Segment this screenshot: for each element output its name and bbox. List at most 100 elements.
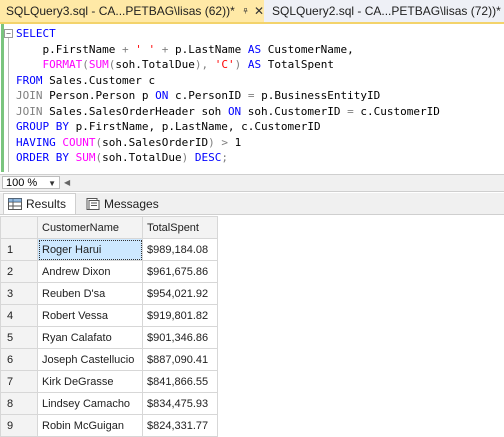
code-token: 1 [227,135,242,149]
zoom-value: 100 % [6,177,38,189]
row-number[interactable]: 8 [0,392,38,415]
cell-customername[interactable]: Robert Vessa [37,304,143,327]
tab-results[interactable]: Results [3,193,76,214]
cell-customername[interactable]: Andrew Dixon [37,260,143,283]
editor-gutter: − [0,24,14,172]
code-token: p.BusinessEntityID [254,89,381,102]
cell-totalspent[interactable]: $887,090.41 [142,348,218,371]
document-tab-strip: SQLQuery3.sql - CA...PETBAG\lisas (62))*… [0,0,504,24]
table-row[interactable]: 6 Joseph Castellucio $887,090.41 [0,348,218,371]
grid-icon [8,198,22,210]
table-row[interactable]: 8 Lindsey Camacho $834,475.93 [0,392,218,415]
cell-totalspent[interactable]: $824,331.77 [142,414,218,437]
row-number[interactable]: 5 [0,326,38,349]
code-token: ) [208,135,215,149]
code-line[interactable]: GROUP BY p.FirstName, p.LastName, c.Cust… [16,119,440,135]
zoom-bar: 100 % ▼ ◀ [0,174,504,192]
row-number[interactable]: 1 [0,238,38,261]
code-token: p.LastName [168,42,248,56]
row-number[interactable]: 9 [0,414,38,437]
code-token: > [221,135,228,149]
cell-customername[interactable]: Reuben D'sa [37,282,143,305]
table-row[interactable]: 4 Robert Vessa $919,801.82 [0,304,218,327]
code-token: HAVING [16,135,56,149]
table-row[interactable]: 2 Andrew Dixon $961,675.86 [0,260,218,283]
messages-icon [86,197,100,210]
table-row[interactable]: 5 Ryan Calafato $901,346.86 [0,326,218,349]
scroll-left-icon[interactable]: ◀ [64,178,74,188]
code-token: + [121,42,129,56]
code-token: = [347,104,354,118]
code-token: AS [247,42,262,56]
cell-customername[interactable]: Joseph Castellucio [37,348,143,371]
code-token: soh.TotalDue [115,58,195,71]
tab-sqlquery2-label: SQLQuery2.sql - CA...PETBAG\lisas (72))* [272,4,501,18]
query-editor[interactable]: − SELECT p.FirstName + ' ' + p.LastName … [0,24,504,172]
code-token: TotalSpent [261,58,334,71]
code-token: c.CustomerID [353,104,440,118]
code-line[interactable]: FROM Sales.Customer c [16,73,440,89]
code-line[interactable]: FORMAT(SUM(soh.TotalDue), 'C') AS TotalS… [16,57,440,73]
code-token: c.PersonID [168,89,248,102]
sql-code[interactable]: SELECT p.FirstName + ' ' + p.LastName AS… [16,26,440,166]
code-token: JOIN [16,89,43,102]
cell-totalspent[interactable]: $901,346.86 [142,326,218,349]
results-table: CustomerName TotalSpent 1 Roger Harui $989… [0,216,218,437]
table-row[interactable]: 9 Robin McGuigan $824,331.77 [0,414,218,437]
tab-messages[interactable]: Messages [82,193,159,214]
corner-cell[interactable] [0,216,38,239]
cell-customername[interactable]: Lindsey Camacho [37,392,143,415]
collapse-icon[interactable]: − [4,29,13,38]
close-icon[interactable]: ✕ [254,4,264,18]
code-token: CustomerName, [261,42,354,56]
pin-icon[interactable] [243,5,248,17]
code-token: ON [155,89,169,102]
cell-customername[interactable]: Robin McGuigan [37,414,143,437]
code-token: ' ' [128,42,162,56]
table-row[interactable]: 7 Kirk DeGrasse $841,866.55 [0,370,218,393]
code-line[interactable]: HAVING COUNT(soh.SalesOrderID) > 1 [16,135,440,151]
code-token: ORDER BY [16,151,69,164]
code-token: DESC [194,151,222,164]
code-token: soh.SalesOrderID [102,135,209,149]
table-row[interactable]: 3 Reuben D'sa $954,021.92 [0,282,218,305]
code-token: JOIN [16,104,43,118]
row-number[interactable]: 3 [0,282,38,305]
cell-totalspent[interactable]: $841,866.55 [142,370,218,393]
table-row[interactable]: 1 Roger Harui $989,184.08 [0,238,218,261]
cell-customername[interactable]: Roger Harui [37,238,143,261]
code-token: FROM [16,73,43,87]
cell-totalspent[interactable]: $961,675.86 [142,260,218,283]
cell-customername[interactable]: Kirk DeGrasse [37,370,143,393]
row-number[interactable]: 2 [0,260,38,283]
results-grid[interactable]: CustomerName TotalSpent 1 Roger Harui $989… [0,216,504,437]
results-tab-strip: Results Messages [0,193,504,215]
cell-totalspent[interactable]: $989,184.08 [142,238,218,261]
column-header-customername[interactable]: CustomerName [37,216,143,239]
code-token: soh.TotalDue [102,151,182,164]
zoom-select[interactable]: 100 % ▼ [2,176,60,189]
cell-customername[interactable]: Ryan Calafato [37,326,143,349]
chevron-down-icon[interactable]: ▼ [48,177,56,190]
code-line[interactable]: p.FirstName + ' ' + p.LastName AS Custom… [16,42,440,58]
code-line[interactable]: JOIN Sales.SalesOrderHeader soh ON soh.C… [16,104,440,120]
code-line[interactable]: JOIN Person.Person p ON c.PersonID = p.B… [16,88,440,104]
cell-totalspent[interactable]: $834,475.93 [142,392,218,415]
code-line[interactable]: SELECT [16,26,440,42]
row-number[interactable]: 6 [0,348,38,371]
tab-sqlquery2[interactable]: SQLQuery2.sql - CA...PETBAG\lisas (72))* [266,0,504,22]
code-token: 'C' [208,58,235,71]
code-token: SUM [75,151,96,164]
code-line[interactable]: ORDER BY SUM(soh.TotalDue) DESC; [16,150,440,166]
cell-totalspent[interactable]: $919,801.82 [142,304,218,327]
code-token: COUNT [62,135,96,149]
code-token: SUM [88,58,109,71]
row-number[interactable]: 4 [0,304,38,327]
column-header-totalspent[interactable]: TotalSpent [142,216,218,239]
code-token: ; [221,151,228,164]
row-number[interactable]: 7 [0,370,38,393]
cell-totalspent[interactable]: $954,021.92 [142,282,218,305]
tab-sqlquery3[interactable]: SQLQuery3.sql - CA...PETBAG\lisas (62))*… [0,0,264,22]
